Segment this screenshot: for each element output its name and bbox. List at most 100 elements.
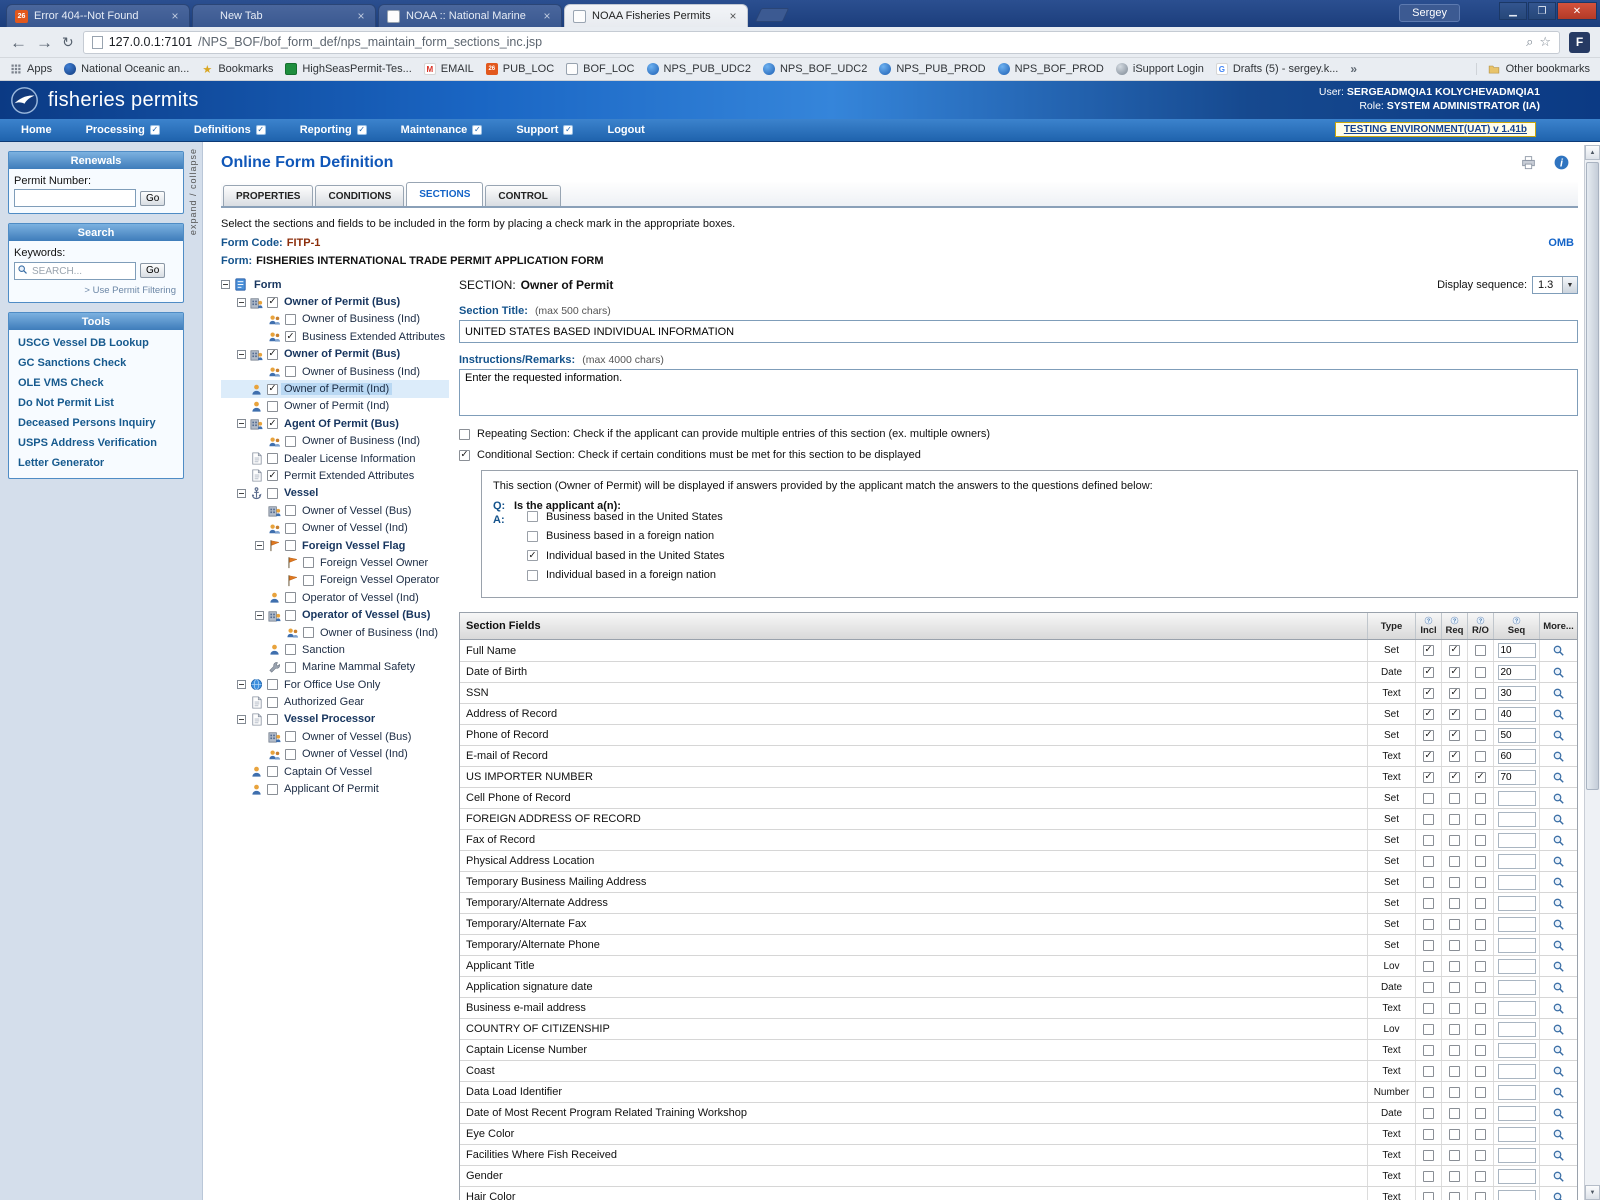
- tree-checkbox[interactable]: [267, 679, 278, 690]
- tree-checkbox[interactable]: [285, 505, 296, 516]
- seq-input[interactable]: [1498, 812, 1536, 827]
- incl-checkbox[interactable]: [1423, 772, 1434, 783]
- seq-input[interactable]: [1498, 665, 1536, 680]
- ro-checkbox[interactable]: [1475, 940, 1486, 951]
- tool-link[interactable]: GC Sanctions Check: [9, 353, 183, 373]
- seq-input[interactable]: [1498, 896, 1536, 911]
- nav-item[interactable]: Support: [499, 124, 590, 136]
- seq-input[interactable]: [1498, 854, 1536, 869]
- vertical-scrollbar[interactable]: ▲ ▼: [1584, 145, 1600, 1200]
- tree-checkbox[interactable]: [267, 697, 278, 708]
- bookmark-item[interactable]: NPS_PUB_PROD: [879, 63, 985, 75]
- seq-input[interactable]: [1498, 917, 1536, 932]
- tree-checkbox[interactable]: [267, 349, 278, 360]
- tree-item[interactable]: Foreign Vessel Owner: [221, 554, 449, 571]
- magnifier-icon[interactable]: [1552, 1191, 1565, 1200]
- req-checkbox[interactable]: [1449, 1087, 1460, 1098]
- info-icon[interactable]: [1553, 154, 1570, 171]
- incl-checkbox[interactable]: [1423, 730, 1434, 741]
- incl-checkbox[interactable]: [1423, 1066, 1434, 1077]
- browser-tab[interactable]: New Tab: [192, 4, 376, 27]
- tab-close-icon[interactable]: [355, 9, 367, 23]
- incl-checkbox[interactable]: [1423, 877, 1434, 888]
- req-checkbox[interactable]: [1449, 982, 1460, 993]
- tree-checkbox[interactable]: [285, 749, 296, 760]
- tree-checkbox[interactable]: [285, 610, 296, 621]
- ro-checkbox[interactable]: [1475, 772, 1486, 783]
- tool-link[interactable]: Deceased Persons Inquiry: [9, 413, 183, 433]
- bookmark-item[interactable]: BOF_LOC: [566, 63, 634, 75]
- tree-item[interactable]: Marine Mammal Safety: [221, 659, 449, 676]
- incl-checkbox[interactable]: [1423, 1129, 1434, 1140]
- permit-number-input[interactable]: [14, 189, 136, 207]
- tree-item[interactable]: Vessel: [221, 485, 449, 502]
- tree-checkbox[interactable]: [303, 557, 314, 568]
- ro-checkbox[interactable]: [1475, 667, 1486, 678]
- magnifier-icon[interactable]: [1552, 1170, 1565, 1183]
- tree-item[interactable]: Operator of Vessel (Ind): [221, 589, 449, 606]
- ro-checkbox[interactable]: [1475, 877, 1486, 888]
- bookmarks-overflow-chevron[interactable]: »: [1350, 62, 1357, 76]
- seq-input[interactable]: [1498, 1148, 1536, 1163]
- maximize-button[interactable]: ❐: [1528, 2, 1556, 20]
- tree-item[interactable]: Dealer License Information: [221, 450, 449, 467]
- new-tab-button[interactable]: [755, 8, 790, 22]
- ro-checkbox[interactable]: [1475, 982, 1486, 993]
- extension-f-icon[interactable]: F: [1569, 32, 1590, 53]
- tree-item[interactable]: Owner of Permit (Bus): [221, 293, 449, 310]
- seq-input[interactable]: [1498, 686, 1536, 701]
- magnifier-icon[interactable]: [1552, 792, 1565, 805]
- tab-close-icon[interactable]: [169, 9, 181, 23]
- permit-filtering-link[interactable]: > Use Permit Filtering: [14, 285, 178, 296]
- tree-item[interactable]: Captain Of Vessel: [221, 763, 449, 780]
- req-checkbox[interactable]: [1449, 1171, 1460, 1182]
- tree-checkbox[interactable]: [285, 314, 296, 325]
- omb-link[interactable]: OMB: [1548, 237, 1578, 249]
- magnifier-icon[interactable]: [1552, 981, 1565, 994]
- ro-checkbox[interactable]: [1475, 751, 1486, 762]
- ro-checkbox[interactable]: [1475, 835, 1486, 846]
- tree-checkbox[interactable]: [267, 418, 278, 429]
- tree-checkbox[interactable]: [285, 592, 296, 603]
- req-checkbox[interactable]: [1449, 730, 1460, 741]
- magnifier-icon[interactable]: [1552, 939, 1565, 952]
- magnifier-icon[interactable]: [1552, 813, 1565, 826]
- incl-checkbox[interactable]: [1423, 919, 1434, 930]
- expand-toggle[interactable]: [237, 680, 246, 689]
- help-icon[interactable]: [1476, 616, 1485, 625]
- tree-checkbox[interactable]: [267, 470, 278, 481]
- req-checkbox[interactable]: [1449, 772, 1460, 783]
- tab-close-icon[interactable]: [727, 9, 739, 23]
- req-checkbox[interactable]: [1449, 645, 1460, 656]
- tree-item[interactable]: Owner of Vessel (Ind): [221, 519, 449, 536]
- seq-input[interactable]: [1498, 833, 1536, 848]
- seq-input[interactable]: [1498, 1022, 1536, 1037]
- tree-checkbox[interactable]: [267, 714, 278, 725]
- seq-input[interactable]: [1498, 1085, 1536, 1100]
- tree-item[interactable]: Owner of Vessel (Bus): [221, 502, 449, 519]
- magnifier-icon[interactable]: [1552, 1086, 1565, 1099]
- req-checkbox[interactable]: [1449, 688, 1460, 699]
- section-title-input[interactable]: [459, 320, 1578, 343]
- magnifier-icon[interactable]: [1552, 750, 1565, 763]
- req-checkbox[interactable]: [1449, 1066, 1460, 1077]
- magnifier-icon[interactable]: [1552, 876, 1565, 889]
- conditional-section-checkbox[interactable]: [459, 450, 470, 461]
- answer-checkbox[interactable]: [527, 550, 538, 561]
- renewals-go-button[interactable]: Go: [140, 191, 165, 206]
- req-checkbox[interactable]: [1449, 1003, 1460, 1014]
- magnifier-icon[interactable]: [1552, 687, 1565, 700]
- tree-item[interactable]: Operator of Vessel (Bus): [221, 606, 449, 623]
- incl-checkbox[interactable]: [1423, 1024, 1434, 1035]
- magnifier-icon[interactable]: [1552, 729, 1565, 742]
- incl-checkbox[interactable]: [1423, 961, 1434, 972]
- bookmark-item[interactable]: National Oceanic an...: [64, 63, 189, 75]
- search-input[interactable]: [14, 262, 136, 280]
- magnifier-icon[interactable]: [1552, 708, 1565, 721]
- ro-checkbox[interactable]: [1475, 1003, 1486, 1014]
- browser-tab[interactable]: NOAA Fisheries Permits: [564, 4, 748, 27]
- seq-input[interactable]: [1498, 791, 1536, 806]
- nav-item[interactable]: Maintenance: [384, 124, 500, 136]
- seq-input[interactable]: [1498, 980, 1536, 995]
- tree-item[interactable]: Owner of Vessel (Ind): [221, 746, 449, 763]
